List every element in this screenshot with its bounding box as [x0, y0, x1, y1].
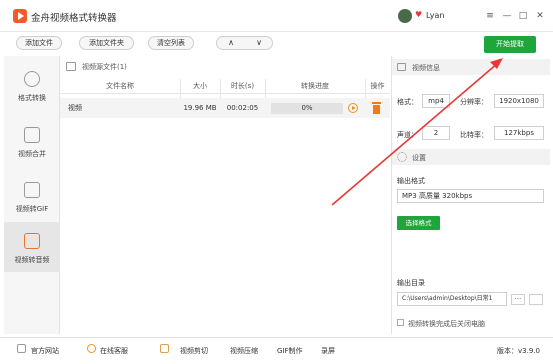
- heart-icon: ♥: [415, 10, 423, 19]
- bitrate-value: 127kbps: [494, 126, 544, 140]
- play-circle-icon: [24, 71, 40, 87]
- sidebar: 格式转换 视频合并 视频转GIF 视频转音频: [4, 56, 60, 334]
- customer-service-icon: [87, 344, 96, 353]
- sidebar-item-format-convert[interactable]: 格式转换: [4, 60, 60, 110]
- user-avatar[interactable]: [398, 9, 412, 23]
- settings-title: 设置: [412, 154, 426, 162]
- column-header-action: 操作: [370, 82, 385, 90]
- file-size: 19.96 MB: [183, 104, 217, 112]
- sidebar-item-label: 视频转GIF: [15, 205, 49, 213]
- title-bar: 金舟视频格式转换器 ♥ Lyan ≡ — □ ✕: [0, 0, 553, 32]
- start-extract-button[interactable]: 开始提取: [484, 36, 536, 53]
- output-dir-label: 输出目录: [397, 279, 425, 287]
- sidebar-item-video-to-gif[interactable]: 视频转GIF: [4, 171, 60, 221]
- gif-make-link[interactable]: GIF制作: [277, 346, 303, 356]
- close-icon[interactable]: ✕: [533, 9, 547, 23]
- browse-button[interactable]: ···: [511, 294, 525, 305]
- resolution-label: 分辨率：: [460, 98, 488, 106]
- sidebar-item-label: 格式转换: [18, 94, 46, 102]
- app-logo-icon: [13, 9, 27, 23]
- file-name: 视频: [68, 104, 82, 112]
- video-info-title: 视频信息: [412, 64, 440, 72]
- video-info-header: 视频信息: [392, 59, 550, 75]
- output-format-label: 输出格式: [397, 177, 425, 185]
- online-service-link[interactable]: 在线客服: [100, 346, 128, 356]
- add-folder-button[interactable]: 添加文件夹: [79, 36, 134, 50]
- file-list-title: 视频源文件(1): [82, 63, 127, 71]
- official-site-link[interactable]: 官方网站: [31, 346, 59, 356]
- app-title: 金舟视频格式转换器: [31, 13, 117, 24]
- file-duration: 00:02:05: [226, 104, 259, 112]
- column-header-progress: 转换进度: [301, 82, 329, 90]
- format-label: 格式：: [397, 98, 418, 106]
- format-value: mp4: [422, 94, 450, 108]
- output-dir-field[interactable]: C:\Users\admin\Desktop\日常1: [397, 292, 507, 306]
- trash-icon[interactable]: [372, 102, 381, 114]
- footer: 官方网站 在线客服 视频剪切 视频压缩 GIF制作 录屏 版本：v3.9.0: [0, 337, 553, 364]
- column-header-duration: 时长(s): [230, 82, 255, 90]
- menu-icon[interactable]: ≡: [483, 9, 497, 23]
- user-name[interactable]: Lyan: [426, 11, 444, 20]
- gear-icon: [397, 152, 407, 162]
- settings-header: 设置: [392, 149, 550, 165]
- folder-icon: [66, 62, 76, 71]
- file-list-panel: 视频源文件(1) 文件名称 大小 时长(s) 转换进度 操作 视频 19.96 …: [60, 56, 390, 334]
- bitrate-label: 比特率：: [460, 131, 488, 139]
- column-header-size: 大小: [193, 82, 207, 90]
- maximize-icon[interactable]: □: [516, 9, 530, 23]
- sidebar-item-video-merge[interactable]: 视频合并: [4, 116, 60, 166]
- scissors-icon: [160, 344, 169, 353]
- move-down-button[interactable]: ∨: [245, 37, 273, 49]
- select-format-button[interactable]: 选择格式: [397, 216, 440, 230]
- screen-record-link[interactable]: 录屏: [321, 346, 335, 356]
- table-row[interactable]: 视频 19.96 MB 00:02:05 0%: [60, 98, 390, 118]
- progress-bar: 0%: [271, 103, 343, 114]
- output-format-field[interactable]: MP3 高质量 320kbps: [397, 189, 544, 203]
- column-header-name: 文件名称: [106, 82, 134, 90]
- file-list-header: 视频源文件(1): [60, 60, 390, 74]
- shutdown-checkbox[interactable]: [397, 319, 404, 326]
- home-icon: [17, 344, 26, 353]
- move-up-button[interactable]: ∧: [217, 37, 245, 49]
- video-compress-link[interactable]: 视频压缩: [230, 346, 258, 356]
- minimize-icon[interactable]: —: [500, 9, 514, 23]
- add-file-button[interactable]: 添加文件: [16, 36, 62, 50]
- sidebar-item-label: 视频转音频: [14, 256, 50, 264]
- video-info-icon: [397, 63, 406, 71]
- clear-list-button[interactable]: 清空列表: [148, 36, 194, 50]
- version-label: 版本：v3.9.0: [497, 347, 540, 355]
- music-note-icon: [24, 233, 40, 249]
- toolbar: 添加文件 添加文件夹 清空列表 ∧ ∨: [0, 32, 553, 54]
- move-buttons: ∧ ∨: [216, 36, 273, 50]
- video-cut-link[interactable]: 视频剪切: [180, 346, 208, 356]
- resolution-value: 1920x1080: [494, 94, 544, 108]
- channel-label: 声道：: [397, 131, 418, 139]
- shutdown-label: 视频转换完成后关闭电脑: [408, 320, 485, 328]
- channel-value: 2: [422, 126, 450, 140]
- merge-icon: [24, 127, 40, 143]
- table-divider: [60, 93, 390, 94]
- play-icon[interactable]: [348, 103, 358, 113]
- image-icon: [24, 182, 40, 198]
- sidebar-item-label: 视频合并: [18, 150, 46, 158]
- sidebar-item-video-to-audio[interactable]: 视频转音频: [4, 222, 60, 272]
- right-panel: 视频信息 格式： mp4 分辨率： 1920x1080 声道： 2 比特率： 1…: [391, 56, 550, 334]
- open-folder-icon[interactable]: [529, 294, 543, 305]
